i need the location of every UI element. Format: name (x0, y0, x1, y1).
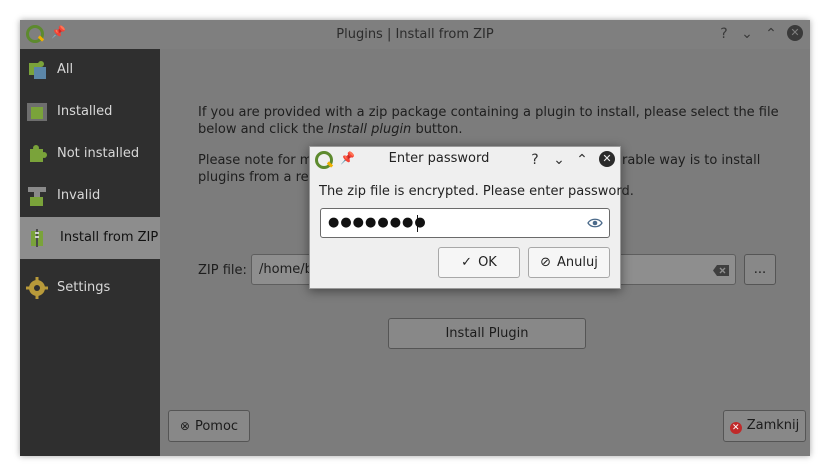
show-password-eye-icon[interactable] (587, 217, 603, 229)
dialog-help-icon[interactable]: ? (525, 150, 545, 170)
sidebar-item-installed[interactable]: Installed (20, 91, 160, 133)
title-bar: 📌 Plugins | Install from ZIP ? ⌄ ⌃ ✕ (20, 20, 810, 49)
help-button[interactable]: ⊗ Pomoc (168, 410, 250, 442)
puzzle-zip-icon (31, 229, 43, 247)
browse-button[interactable]: ... (744, 254, 776, 285)
password-dialog: 📌 Enter password ? ⌄ ⌃ ✕ The zip file is… (309, 146, 634, 289)
install-plugin-button[interactable]: Install Plugin (388, 318, 586, 349)
cancel-button[interactable]: ⊘ Anuluj (528, 247, 610, 278)
sidebar-item-label: Install from ZIP (60, 230, 159, 245)
zip-file-label: ZIP file: (198, 263, 247, 278)
close-button[interactable]: ✕ Zamknij (723, 410, 806, 442)
puzzle-not-installed-icon (30, 145, 47, 162)
sidebar-item-label: Not installed (57, 146, 140, 161)
sidebar-item-install-from-zip[interactable]: Install from ZIP (20, 217, 160, 259)
cancel-icon: ⊘ (540, 255, 552, 270)
instructions-line-1: If you are provided with a zip package c… (198, 105, 779, 120)
sidebar-item-label: Invalid (57, 188, 101, 203)
dialog-maximize-icon[interactable]: ⌃ (572, 150, 592, 170)
sidebar: All Installed Not installed Invalid Inst… (20, 49, 160, 456)
clear-field-icon[interactable] (713, 265, 729, 276)
close-button-label: Zamknij (746, 418, 800, 433)
instructions-line-2: below and click the Install plugin butto… (198, 121, 462, 138)
window-title: Plugins | Install from ZIP (336, 27, 494, 42)
sidebar-item-label: Settings (57, 280, 111, 295)
close-circle-icon: ✕ (729, 422, 742, 434)
minimize-icon[interactable]: ⌄ (736, 20, 758, 49)
dialog-minimize-icon[interactable]: ⌄ (549, 150, 569, 170)
instructions-text: below and click the (198, 122, 328, 137)
zip-file-value: /home/b (259, 262, 313, 277)
ok-button-label: OK (478, 255, 497, 270)
instructions-text: button. (411, 122, 463, 137)
check-icon: ✓ (461, 255, 473, 270)
sidebar-item-settings[interactable]: Settings (20, 267, 160, 309)
sidebar-item-label: Installed (57, 104, 113, 119)
maximize-icon[interactable]: ⌃ (760, 20, 782, 49)
dialog-message: The zip file is encrypted. Please enter … (319, 184, 634, 199)
puzzle-installed-icon (27, 103, 47, 121)
sidebar-item-invalid[interactable]: Invalid (20, 175, 160, 217)
text-cursor (417, 215, 418, 232)
puzzle-all-icon (29, 61, 46, 79)
install-plugin-emphasis: Install plugin (327, 122, 412, 137)
help-icon[interactable]: ? (713, 20, 735, 49)
note-line-2: plugins from a rep (198, 170, 317, 185)
help-button-label: Pomoc (194, 419, 239, 434)
lifebuoy-icon: ⊗ (179, 419, 190, 433)
puzzle-invalid-icon (28, 187, 46, 206)
note-line-1-left: Please note for mo (198, 153, 321, 168)
sidebar-item-label: All (57, 62, 74, 77)
cancel-button-label: Anuluj (557, 255, 598, 270)
dialog-close-icon[interactable]: ✕ (599, 151, 615, 167)
sidebar-item-all[interactable]: All (20, 49, 160, 91)
gear-icon (26, 277, 48, 299)
password-input[interactable]: ●●●●●●●● (320, 208, 610, 238)
password-value: ●●●●●●●● (328, 215, 427, 230)
close-icon[interactable]: ✕ (787, 25, 803, 41)
ok-button[interactable]: ✓ OK (438, 247, 520, 278)
sidebar-item-not-installed[interactable]: Not installed (20, 133, 160, 175)
note-line-1-right: rable way is to install (622, 153, 761, 168)
